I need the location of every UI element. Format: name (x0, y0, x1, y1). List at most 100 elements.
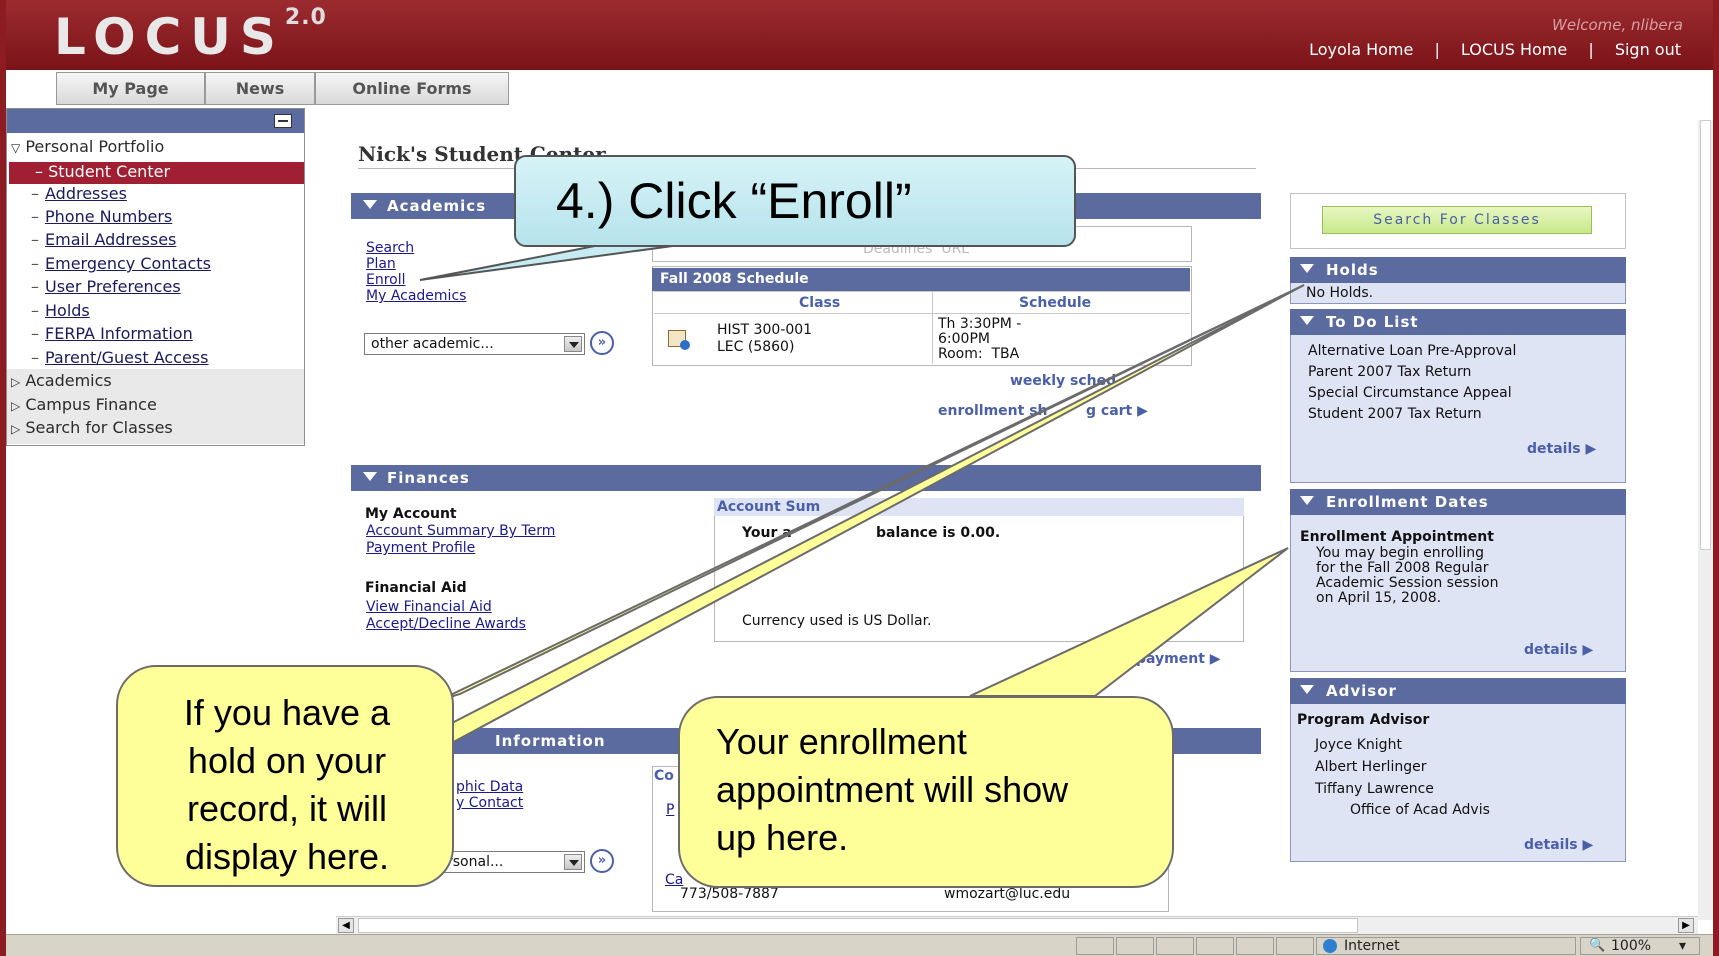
tab-news[interactable]: News (205, 72, 315, 105)
sidebar-root-label: Personal Portfolio (25, 137, 165, 156)
sidebar-item-email-addresses[interactable]: – Email Addresses (31, 230, 176, 249)
holds-bar-label: Holds (1326, 261, 1379, 279)
advisor-bar[interactable]: Advisor (1290, 678, 1626, 704)
schedule-room: Room: TBA (938, 346, 1020, 362)
sidebar-item-holds[interactable]: – Holds (31, 301, 90, 320)
tab-online-forms[interactable]: Online Forms (315, 72, 509, 105)
todo-item[interactable]: Special Circumstance Appeal (1308, 385, 1512, 401)
advisor-bar-label: Advisor (1326, 682, 1397, 700)
info-icon (680, 340, 690, 350)
balance-text-a: Your a (742, 525, 792, 541)
todo-bar[interactable]: To Do List (1290, 309, 1626, 335)
payment-link[interactable]: payment ▶ (1136, 651, 1221, 667)
chevron-down-icon[interactable]: ▾ (1679, 938, 1686, 954)
top-links: Loyola Home | LOCUS Home | Sign out (1301, 40, 1689, 59)
sidebar-item-parent-guest[interactable]: – Parent/Guest Access (31, 348, 208, 367)
view-financial-aid-link[interactable]: View Financial Aid (366, 599, 492, 615)
demographic-data-link[interactable]: phic Data (456, 779, 523, 795)
locus-home-link[interactable]: LOCUS Home (1461, 40, 1567, 59)
go-button[interactable]: » (590, 849, 614, 873)
callout-line: appointment will show (716, 769, 1069, 810)
holds-text: No Holds. (1306, 285, 1374, 301)
todo-item[interactable]: Student 2007 Tax Return (1308, 406, 1482, 422)
sidebar-item-user-preferences[interactable]: – User Preferences (31, 277, 181, 296)
sidebar-active-label: Student Center (48, 162, 171, 181)
minimize-icon[interactable] (274, 114, 292, 128)
enrollment-cart-link-tail[interactable]: g cart ▶ (1086, 403, 1148, 419)
logo-text: LOCUS (54, 8, 285, 66)
go-button[interactable]: » (590, 331, 614, 355)
financial-aid-heading: Financial Aid (365, 580, 467, 596)
app-header: LOCUS2.0 Welcome, nlibera Loyola Home | … (6, 0, 1713, 70)
scroll-right-icon[interactable]: ▶ (1678, 918, 1694, 933)
holds-callout-text: If you have a hold on your record, it wi… (118, 689, 456, 881)
zoom-cell[interactable]: 🔍 100% ▾ (1580, 937, 1700, 955)
screen: LOCUS2.0 Welcome, nlibera Loyola Home | … (0, 0, 1719, 956)
phone-link[interactable]: P (666, 802, 674, 818)
expanded-icon: ▽ (11, 141, 21, 155)
my-academics-link[interactable]: My Academics (366, 288, 466, 304)
sign-out-link[interactable]: Sign out (1615, 40, 1681, 59)
scroll-thumb[interactable] (1700, 120, 1711, 550)
holds-bar[interactable]: Holds (1290, 257, 1626, 283)
plan-link[interactable]: Plan (366, 256, 396, 272)
arrow-right-icon: ▶ (1582, 642, 1594, 658)
table-divider (654, 313, 1190, 314)
search-link[interactable]: Search (366, 240, 414, 256)
tab-my-page[interactable]: My Page (56, 72, 205, 105)
horizontal-scrollbar[interactable]: ◀ ▶ (336, 916, 1698, 934)
sidebar-item-emergency-contacts[interactable]: – Emergency Contacts (31, 254, 211, 273)
sidebar-root[interactable]: ▽ Personal Portfolio (11, 137, 164, 156)
sidebar-section-academics[interactable]: ▷ Academics (11, 371, 112, 390)
academics-bar-label: Academics (387, 197, 487, 215)
program-advisor-title: Program Advisor (1297, 712, 1430, 728)
schedule-title: Fall 2008 Schedule (652, 268, 1190, 291)
weekly-schedule-link[interactable]: weekly sched (1010, 373, 1116, 389)
other-personal-select[interactable]: rsonal... (440, 851, 585, 873)
arrow-right-icon: ▶ (1137, 403, 1148, 419)
enrollment-bar[interactable]: Enrollment Dates (1290, 489, 1626, 515)
status-bar: Internet 🔍 100% ▾ (6, 934, 1713, 956)
account-summary-link[interactable]: Account Summary By Term (366, 523, 555, 539)
advisor-name[interactable]: Albert Herlinger (1315, 759, 1426, 775)
sidebar-section-search-classes[interactable]: ▷ Search for Classes (11, 418, 173, 437)
scroll-thumb[interactable] (358, 918, 1358, 933)
enrollment-details-link[interactable]: details ▶ (1524, 642, 1593, 658)
sidebar-section-campus-finance[interactable]: ▷ Campus Finance (11, 395, 157, 414)
finances-bar[interactable]: Finances (351, 465, 1261, 491)
separator: | (1588, 40, 1594, 59)
todo-item[interactable]: Parent 2007 Tax Return (1308, 364, 1471, 380)
vertical-scrollbar[interactable] (1698, 120, 1713, 920)
advisor-name[interactable]: Joyce Knight (1315, 737, 1402, 753)
enrollment-callout: Your enrollment appointment will show up… (678, 696, 1174, 888)
search-classes-button[interactable]: Search For Classes (1322, 206, 1592, 234)
enrollment-appointment-title: Enrollment Appointment (1300, 529, 1494, 545)
welcome-text: Welcome, nlibera (1552, 16, 1683, 34)
sidebar-item-label: User Preferences (45, 277, 181, 296)
enrollment-callout-text: Your enrollment appointment will show up… (716, 718, 1068, 862)
sidebar-item-phone-numbers[interactable]: – Phone Numbers (31, 207, 172, 226)
finances-bar-label: Finances (387, 469, 470, 487)
advisor-name[interactable]: Tiffany Lawrence (1315, 781, 1434, 797)
other-academic-select[interactable]: other academic... (364, 333, 585, 355)
sidebar-item-student-center[interactable]: – Student Center (9, 162, 304, 184)
sidebar-item-addresses[interactable]: – Addresses (31, 184, 127, 203)
loyola-home-link[interactable]: Loyola Home (1309, 40, 1413, 59)
scroll-left-icon[interactable]: ◀ (338, 918, 354, 933)
table-divider (932, 291, 933, 364)
accept-decline-link[interactable]: Accept/Decline Awards (366, 616, 526, 632)
chevron-down-icon (564, 854, 582, 870)
todo-item[interactable]: Alternative Loan Pre-Approval (1308, 343, 1516, 359)
sidebar-item-ferpa[interactable]: – FERPA Information (31, 324, 193, 343)
sidebar-item-label: FERPA Information (45, 324, 193, 343)
select-value: other academic... (371, 336, 494, 352)
chevron-down-icon (564, 336, 582, 352)
arrow-right-icon: ▶ (1585, 441, 1597, 457)
todo-details-link[interactable]: details ▶ (1527, 441, 1596, 457)
enroll-link[interactable]: Enroll (366, 272, 406, 288)
advisor-details-link[interactable]: details ▶ (1524, 837, 1593, 853)
enrollment-cart-link[interactable]: enrollment sh (938, 403, 1048, 419)
payment-profile-link[interactable]: Payment Profile (366, 540, 475, 556)
emergency-contact-link[interactable]: y Contact (456, 795, 523, 811)
email-address: wmozart@luc.edu (944, 886, 1071, 902)
